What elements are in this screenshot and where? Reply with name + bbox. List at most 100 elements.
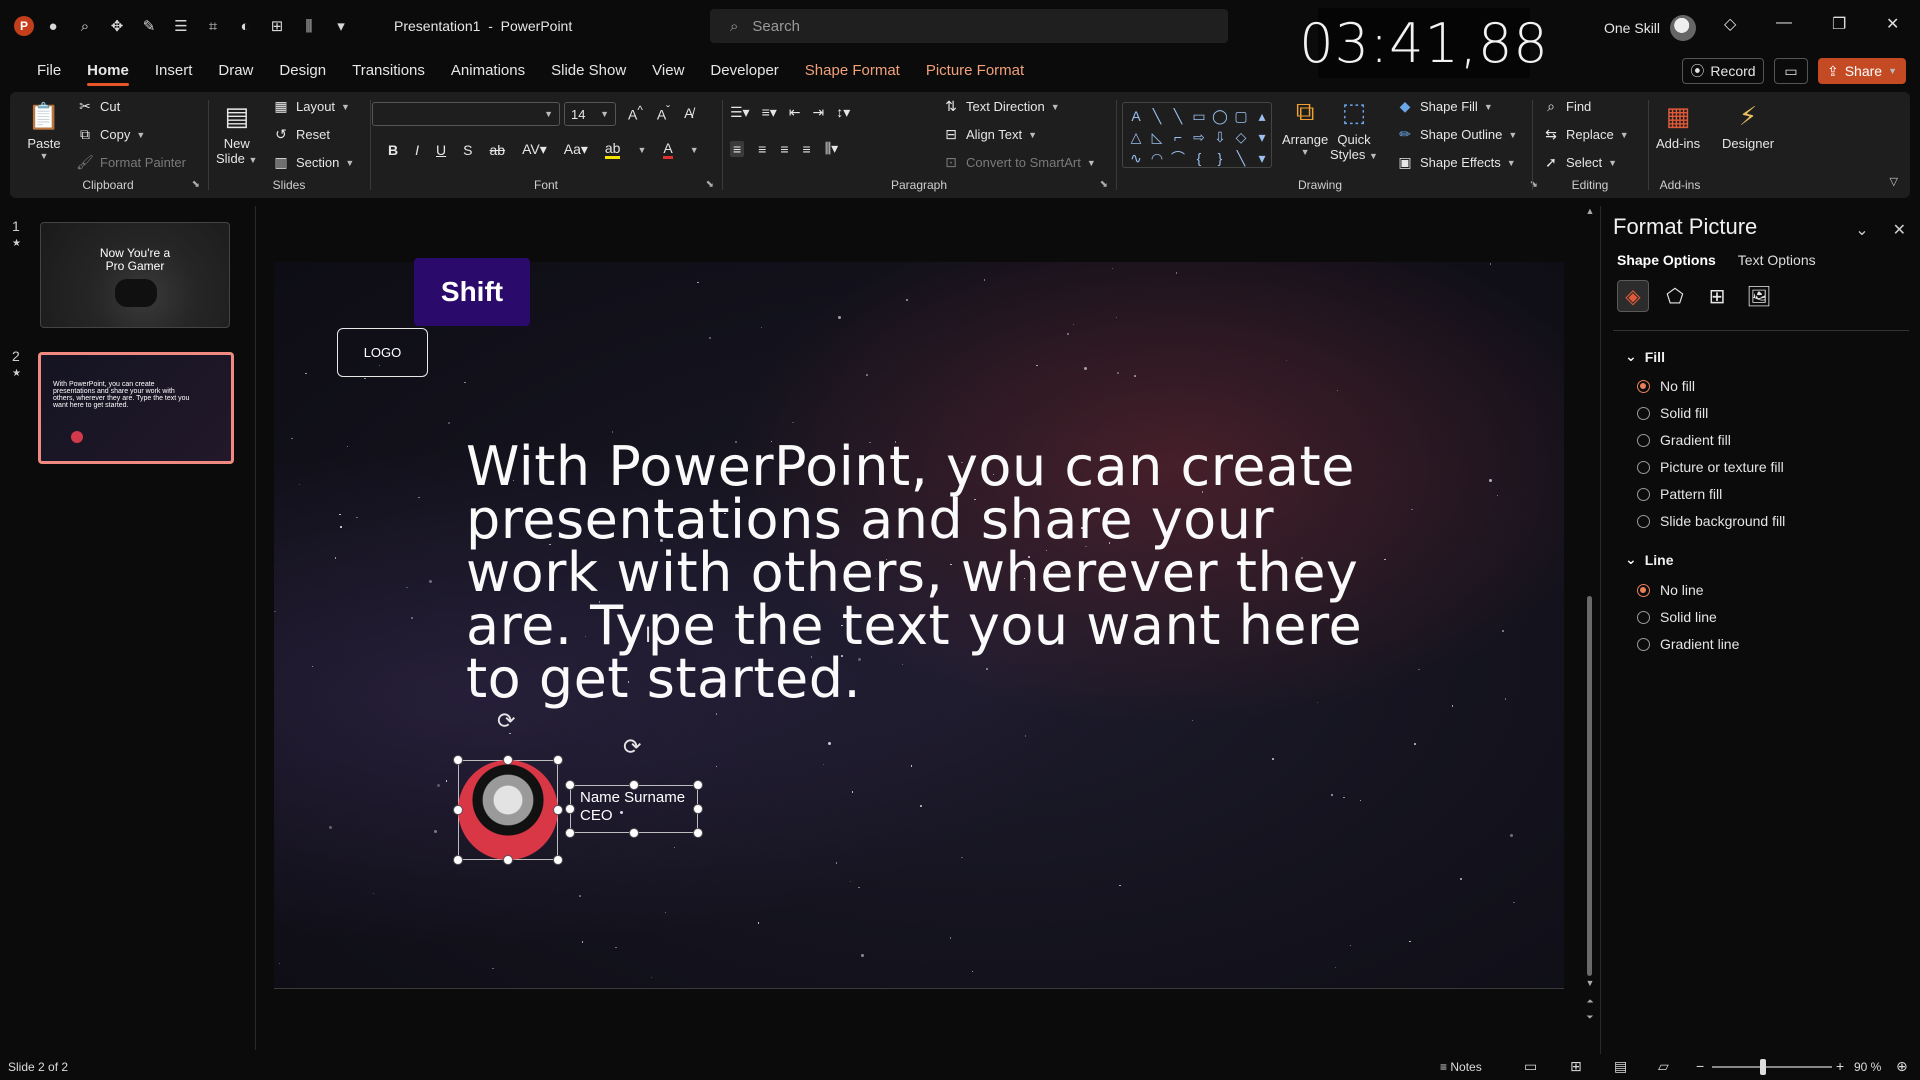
size-properties-icon[interactable]: ⊞ xyxy=(1701,280,1733,312)
chevron-down-icon[interactable]: ▼ xyxy=(637,145,646,155)
customize-qat-icon[interactable]: ▾ xyxy=(328,13,354,39)
italic-icon[interactable]: I xyxy=(415,142,419,158)
line-option-gradient[interactable]: Gradient line xyxy=(1637,636,1739,652)
resize-handle[interactable] xyxy=(553,805,563,815)
gallery-scroll-icon[interactable]: ▾ xyxy=(1252,127,1272,147)
numbering-icon[interactable]: ≡▾ xyxy=(762,104,777,121)
character-spacing-icon[interactable]: AV▾ xyxy=(522,141,547,158)
scroll-down-icon[interactable]: ▼ xyxy=(1584,978,1596,988)
curve-shape-icon[interactable]: ∿ xyxy=(1126,148,1146,168)
user-account[interactable]: One Skill xyxy=(1604,15,1697,41)
fill-section-header[interactable]: ⌄ Fill xyxy=(1625,348,1665,365)
rotate-handle-icon[interactable]: ⟳ xyxy=(623,734,641,760)
vertical-scrollbar[interactable]: ▲ ▼ ⏶ ⏷ xyxy=(1584,206,1596,1026)
designer-button[interactable]: ⚡ Designer xyxy=(1722,96,1774,152)
radio-selected[interactable] xyxy=(1637,583,1650,597)
crop-icon[interactable]: ⌗ xyxy=(200,13,226,39)
align-icon[interactable]: ⊞ xyxy=(264,13,290,39)
line-section-header[interactable]: ⌄ Line xyxy=(1625,551,1674,568)
connector-shape-icon[interactable]: ⌐ xyxy=(1168,127,1188,147)
zoom-slider-track[interactable] xyxy=(1712,1066,1832,1068)
line-option-no-line[interactable]: No line xyxy=(1637,582,1704,598)
font-color-icon[interactable]: A xyxy=(663,140,673,159)
arrow-down-shape-icon[interactable]: ⇩ xyxy=(1210,127,1230,147)
addins-button[interactable]: ▦ Add-ins xyxy=(1656,96,1700,152)
align-left-icon[interactable]: ≡ xyxy=(730,140,745,157)
radio-selected[interactable] xyxy=(1637,379,1650,393)
decrease-indent-icon[interactable]: ⇤ xyxy=(789,104,801,121)
previous-slide-icon[interactable]: ⏶ xyxy=(1584,996,1596,1007)
logo-placeholder[interactable]: LOGO xyxy=(337,328,428,377)
bold-icon[interactable]: B xyxy=(388,142,398,158)
rectangle-shape-icon[interactable]: ▭ xyxy=(1189,106,1209,126)
chevron-down-icon[interactable]: ▼ xyxy=(690,145,699,155)
line-shape-icon[interactable]: ╲ xyxy=(1231,148,1251,168)
shift-badge[interactable]: Shift xyxy=(414,258,530,326)
search-box[interactable]: ⌕ Search xyxy=(710,9,1228,43)
resize-handle[interactable] xyxy=(693,780,703,790)
resize-handle[interactable] xyxy=(629,828,639,838)
resize-handle[interactable] xyxy=(693,828,703,838)
zoom-level[interactable]: 90 % xyxy=(1854,1060,1881,1074)
tab-home[interactable]: Home xyxy=(74,56,142,86)
arrange-button[interactable]: ⧉ Arrange ▼ xyxy=(1282,92,1328,157)
rounded-rect-shape-icon[interactable]: ▢ xyxy=(1231,106,1251,126)
text-direction-button[interactable]: ⇅ Text Direction ▼ xyxy=(942,98,1060,115)
fill-option-gradient[interactable]: Gradient fill xyxy=(1637,432,1731,448)
tab-slide-show[interactable]: Slide Show xyxy=(538,56,639,86)
fill-option-solid[interactable]: Solid fill xyxy=(1637,405,1708,421)
find-button[interactable]: ⌕ Find xyxy=(1542,98,1591,115)
comments-button[interactable]: ▭ xyxy=(1774,58,1808,84)
tab-design[interactable]: Design xyxy=(266,56,339,86)
layout-button[interactable]: ▦ Layout ▼ xyxy=(272,98,350,115)
resize-handle[interactable] xyxy=(565,828,575,838)
arrow-right-shape-icon[interactable]: ⇨ xyxy=(1189,127,1209,147)
slide-body-text[interactable]: With PowerPoint, you can create presenta… xyxy=(466,440,1386,706)
arc-shape-icon[interactable]: ◠ xyxy=(1147,148,1167,168)
effects-pentagon-icon[interactable]: ⬠ xyxy=(1659,280,1691,312)
chevron-down-icon[interactable]: ⌄ xyxy=(1855,220,1868,240)
quick-styles-button[interactable]: ⬚ Quick Styles ▼ xyxy=(1330,92,1378,163)
increase-font-icon[interactable]: A^ xyxy=(628,104,643,123)
scrollbar-thumb[interactable] xyxy=(1587,596,1592,976)
tab-shape-options[interactable]: Shape Options xyxy=(1617,252,1716,268)
tab-picture-format[interactable]: Picture Format xyxy=(913,56,1037,86)
shapes-gallery[interactable]: A ╲ ╲ ▭ ◯ ▢ ▴ △ ◺ ⌐ ⇨ ⇩ ◇ ▾ ∿ ◠ ⌒ { } ╲ … xyxy=(1122,102,1272,168)
cut-button[interactable]: ✂ Cut xyxy=(76,98,120,115)
picture-icon[interactable]: 🖼 xyxy=(1743,280,1775,312)
tab-text-options[interactable]: Text Options xyxy=(1738,252,1816,268)
increase-indent-icon[interactable]: ⇥ xyxy=(813,104,825,121)
flowchart-shape-icon[interactable]: ◇ xyxy=(1231,127,1251,147)
decrease-font-icon[interactable]: Aˇ xyxy=(657,104,670,123)
underline-icon[interactable]: U xyxy=(436,142,446,158)
rotate-handle-icon[interactable]: ⟳ xyxy=(497,708,515,734)
clear-format-icon[interactable]: A̸ xyxy=(684,105,693,121)
minimize-icon[interactable]: — xyxy=(1776,14,1792,32)
bullets-icon[interactable]: ☰▾ xyxy=(730,104,750,121)
resize-handle[interactable] xyxy=(693,804,703,814)
shape-fill-qat-icon[interactable]: ◐ xyxy=(232,13,258,39)
dialog-launcher-icon[interactable]: ⬊ xyxy=(192,179,200,190)
resize-handle[interactable] xyxy=(565,780,575,790)
radio[interactable] xyxy=(1637,433,1650,447)
name-textbox[interactable]: Name Surname CEO xyxy=(580,789,685,825)
textbox-shape-icon[interactable]: A xyxy=(1126,106,1146,126)
line-spacing-icon[interactable]: ↕▾ xyxy=(836,104,850,121)
pen-icon[interactable]: ✎ xyxy=(136,13,162,39)
slideshow-view-icon[interactable]: ▱ xyxy=(1658,1058,1669,1075)
radio[interactable] xyxy=(1637,637,1650,651)
justify-icon[interactable]: ≡ xyxy=(803,141,811,157)
font-name-select[interactable]: ▼ xyxy=(372,102,560,126)
fill-option-no-fill[interactable]: No fill xyxy=(1637,378,1695,394)
next-slide-icon[interactable]: ⏷ xyxy=(1584,1012,1596,1023)
resize-handle[interactable] xyxy=(553,755,563,765)
record-button[interactable]: ⦿ Record xyxy=(1682,58,1764,84)
tab-insert[interactable]: Insert xyxy=(142,56,206,86)
align-right-icon[interactable]: ≡ xyxy=(780,141,788,157)
screenshot-icon[interactable]: ⌕ xyxy=(72,13,98,39)
share-button[interactable]: ⇪ Share ▼ xyxy=(1818,58,1906,84)
close-pane-icon[interactable]: ✕ xyxy=(1893,220,1906,240)
collapse-ribbon-icon[interactable]: ▽ xyxy=(1890,175,1898,188)
profile-photo[interactable] xyxy=(458,760,558,860)
oval-shape-icon[interactable]: ◯ xyxy=(1210,106,1230,126)
